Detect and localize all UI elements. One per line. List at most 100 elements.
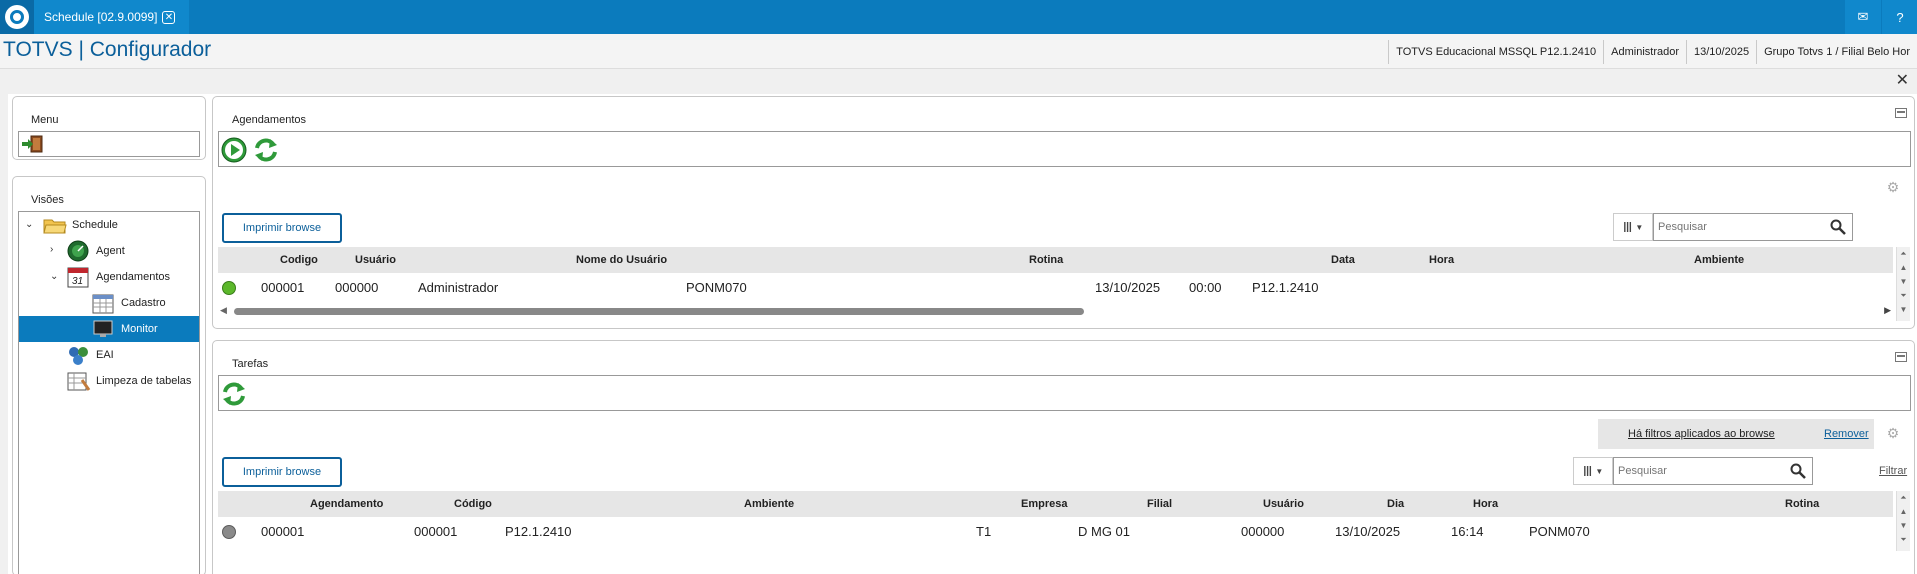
search-input[interactable] bbox=[1614, 458, 1812, 484]
column-header[interactable]: Ambiente bbox=[744, 491, 794, 517]
scroll-bottom-icon[interactable]: ⏷ bbox=[1897, 289, 1910, 303]
scroll-up-icon[interactable]: ▲ bbox=[1897, 261, 1910, 275]
columns-icon: Ⅲ bbox=[1622, 218, 1633, 235]
mail-icon[interactable]: ✉ bbox=[1845, 0, 1881, 34]
settings-gear-icon[interactable]: ⚙ bbox=[1885, 179, 1901, 195]
scroll-left-icon[interactable]: ◀ bbox=[220, 305, 227, 316]
date-info[interactable]: 13/10/2025 bbox=[1686, 40, 1756, 64]
tarefas-panel: Tarefas Há filtros aplicados ao browse R… bbox=[212, 340, 1915, 574]
print-browse-button[interactable]: Imprimir browse bbox=[222, 213, 342, 243]
tarefas-search: Ⅲ ▼ bbox=[1573, 457, 1813, 485]
search-input-wrapper bbox=[1613, 457, 1813, 485]
scroll-right-icon[interactable]: ▶ bbox=[1884, 305, 1891, 316]
column-header[interactable]: Hora bbox=[1429, 247, 1454, 273]
tree-item-schedule[interactable]: ⌄ Schedule bbox=[19, 212, 199, 238]
help-icon[interactable]: ? bbox=[1882, 0, 1917, 34]
vertical-scrollbar[interactable]: ⏶ ▲ ▼ ⏷ bbox=[1896, 491, 1910, 551]
cell-dia: 13/10/2025 bbox=[1335, 524, 1401, 539]
tab-schedule[interactable]: Schedule [02.9.0099] ✕ bbox=[34, 0, 189, 34]
column-header[interactable]: Empresa bbox=[1021, 491, 1067, 517]
tarefas-grid-header: Agendamento Código Ambiente Empresa Fili… bbox=[218, 491, 1893, 517]
column-header[interactable]: Dia bbox=[1387, 491, 1404, 517]
tab-close-icon[interactable]: ✕ bbox=[162, 10, 176, 24]
filters-applied-text[interactable]: Há filtros aplicados ao browse bbox=[1628, 428, 1775, 440]
tree-item-monitor[interactable]: Monitor bbox=[19, 316, 199, 342]
scroll-top-icon[interactable]: ⏶ bbox=[1897, 247, 1910, 261]
user-info[interactable]: Administrador bbox=[1603, 40, 1686, 64]
column-header[interactable]: Codigo bbox=[280, 247, 318, 273]
filters-applied-bar: Há filtros aplicados ao browse Remover bbox=[1598, 419, 1874, 449]
svg-text:31: 31 bbox=[72, 276, 83, 287]
folder-icon bbox=[43, 219, 67, 234]
tree-item-label: Monitor bbox=[121, 323, 158, 335]
tree-item-agendamentos[interactable]: ⌄ 31 Agendamentos bbox=[19, 264, 199, 290]
vertical-scrollbar[interactable]: ⏶ ▲ ▼ ⏷ ▼ bbox=[1896, 247, 1910, 321]
column-header[interactable]: Hora bbox=[1473, 491, 1498, 517]
column-header[interactable]: Filial bbox=[1147, 491, 1172, 517]
cell-data: 13/10/2025 bbox=[1095, 280, 1161, 295]
menu-toolbar bbox=[18, 131, 200, 157]
refresh-icon[interactable] bbox=[221, 381, 247, 407]
scrollbar-thumb[interactable] bbox=[234, 308, 1084, 315]
cell-usuario: 000000 bbox=[1241, 524, 1285, 539]
tree-item-cadastro[interactable]: Cadastro bbox=[19, 290, 199, 316]
caret-down-icon: ▼ bbox=[1635, 222, 1644, 232]
tree-item-eai[interactable]: EAI bbox=[19, 342, 199, 368]
print-browse-button[interactable]: Imprimir browse bbox=[222, 457, 342, 487]
exit-icon[interactable] bbox=[22, 135, 44, 153]
scroll-down-end-icon[interactable]: ▼ bbox=[1897, 303, 1910, 317]
horizontal-scrollbar[interactable]: ◀ ▶ bbox=[218, 305, 1893, 317]
tree-item-label: Schedule bbox=[72, 219, 118, 231]
column-header[interactable]: Agendamento bbox=[310, 491, 383, 517]
scroll-top-icon[interactable]: ⏶ bbox=[1897, 491, 1910, 505]
chevron-down-icon[interactable]: ⌄ bbox=[50, 271, 58, 282]
totvs-logo-icon[interactable] bbox=[0, 0, 34, 34]
play-icon[interactable] bbox=[221, 137, 247, 163]
table-cleanup-icon bbox=[67, 372, 91, 391]
table-row[interactable]: 000001 000001 P12.1.2410 T1 D MG 01 0000… bbox=[218, 518, 1893, 546]
tree-item-label: EAI bbox=[96, 349, 114, 361]
chevron-right-icon[interactable]: › bbox=[50, 244, 53, 255]
cell-rotina: PONM070 bbox=[686, 280, 747, 295]
settings-gear-icon[interactable]: ⚙ bbox=[1885, 425, 1901, 441]
column-header[interactable]: Código bbox=[454, 491, 492, 517]
columns-selector-button[interactable]: Ⅲ ▼ bbox=[1573, 457, 1613, 485]
table-row[interactable]: 000001 000000 Administrador PONM070 13/1… bbox=[218, 274, 1893, 302]
filter-link[interactable]: Filtrar bbox=[1879, 465, 1907, 477]
search-input[interactable] bbox=[1654, 214, 1852, 240]
chevron-down-icon[interactable]: ⌄ bbox=[25, 219, 33, 230]
column-header[interactable]: Usuário bbox=[355, 247, 396, 273]
minimize-icon[interactable] bbox=[1895, 108, 1907, 118]
scroll-down-icon[interactable]: ▼ bbox=[1897, 519, 1910, 533]
cell-hora: 00:00 bbox=[1189, 280, 1222, 295]
column-header[interactable]: Usuário bbox=[1263, 491, 1304, 517]
cell-usuario: 000000 bbox=[335, 280, 379, 295]
scroll-down-icon[interactable]: ▼ bbox=[1897, 275, 1910, 289]
column-header[interactable]: Rotina bbox=[1785, 491, 1819, 517]
scroll-up-icon[interactable]: ▲ bbox=[1897, 505, 1910, 519]
tree-item-agent[interactable]: › Agent bbox=[19, 238, 199, 264]
search-icon[interactable] bbox=[1830, 219, 1846, 235]
minimize-icon[interactable] bbox=[1895, 352, 1907, 362]
tree-item-limpeza[interactable]: Limpeza de tabelas bbox=[19, 368, 199, 394]
tree-item-label: Cadastro bbox=[121, 297, 166, 309]
column-header[interactable]: Data bbox=[1331, 247, 1355, 273]
cell-filial: D MG 01 bbox=[1078, 524, 1131, 539]
branch-info[interactable]: Grupo Totvs 1 / Filial Belo Hor bbox=[1756, 40, 1917, 64]
columns-selector-button[interactable]: Ⅲ ▼ bbox=[1613, 213, 1653, 241]
cell-hora: 16:14 bbox=[1451, 524, 1484, 539]
search-icon[interactable] bbox=[1790, 463, 1806, 479]
refresh-icon[interactable] bbox=[253, 137, 279, 163]
tree-item-label: Agent bbox=[96, 245, 125, 257]
database-info[interactable]: TOTVS Educacional MSSQL P12.1.2410 bbox=[1388, 40, 1603, 64]
cell-nome: Administrador bbox=[418, 280, 499, 295]
cell-codigo: 000001 bbox=[261, 280, 305, 295]
monitor-icon bbox=[93, 320, 113, 337]
remove-filters-link[interactable]: Remover bbox=[1824, 428, 1869, 440]
close-icon[interactable]: ✕ bbox=[1896, 70, 1909, 90]
scroll-bottom-icon[interactable]: ⏷ bbox=[1897, 533, 1910, 547]
column-header[interactable]: Rotina bbox=[1029, 247, 1063, 273]
column-header[interactable]: Ambiente bbox=[1694, 247, 1744, 273]
cell-ambiente: P12.1.2410 bbox=[505, 524, 572, 539]
column-header[interactable]: Nome do Usuário bbox=[576, 247, 667, 273]
